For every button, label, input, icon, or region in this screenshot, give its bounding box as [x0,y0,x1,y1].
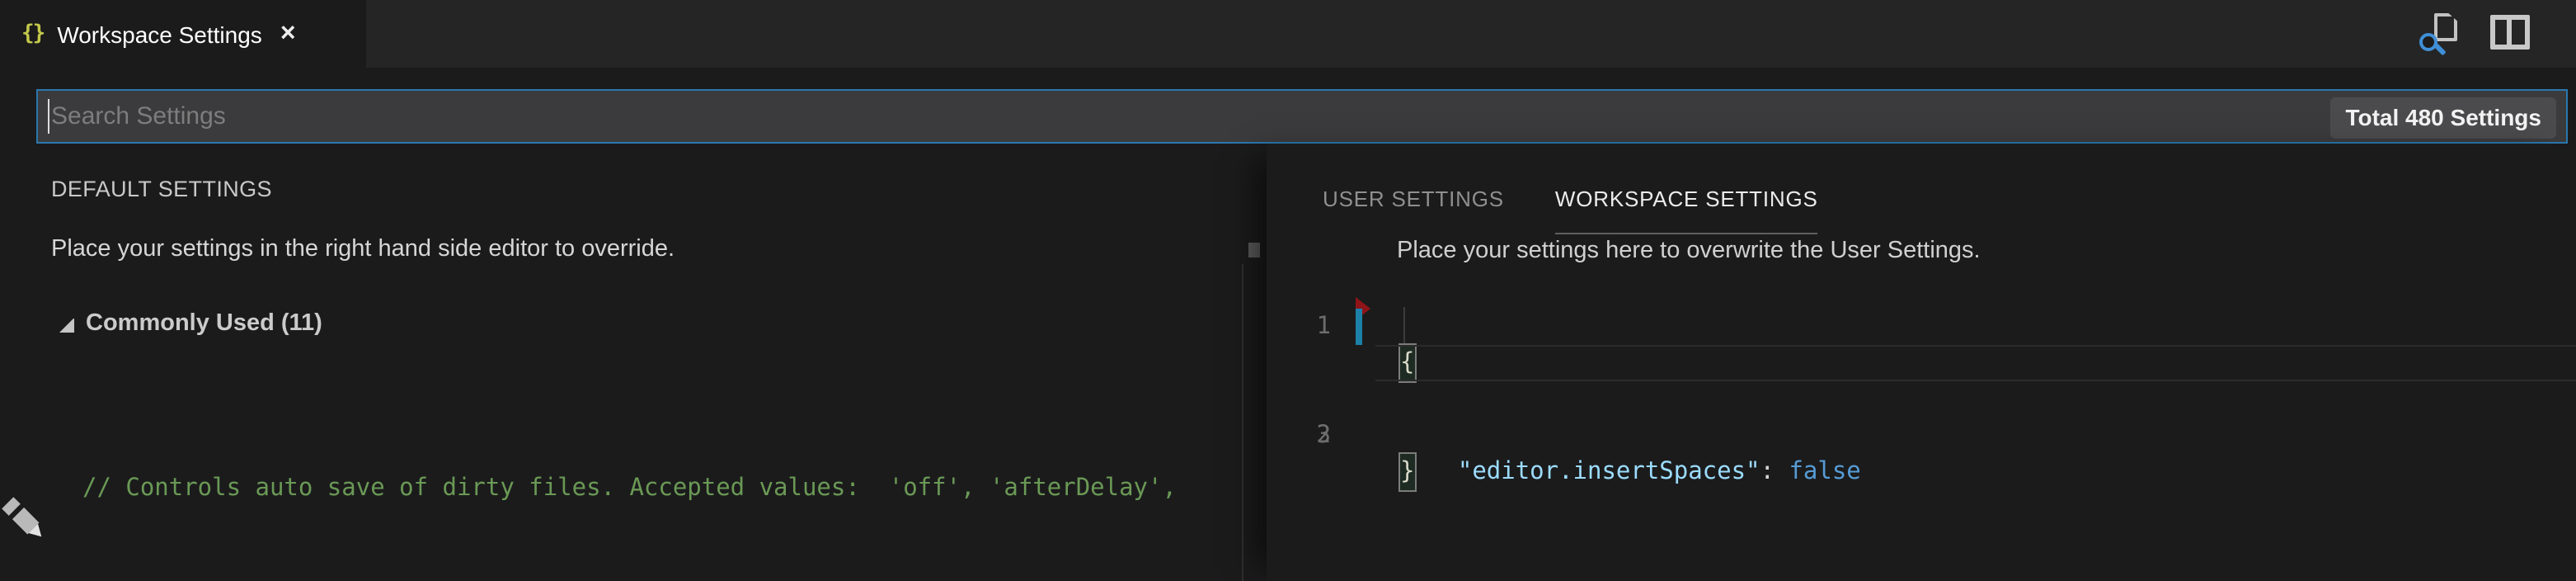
text-cursor [48,99,49,134]
default-settings-header: DEFAULT SETTINGS [51,177,272,201]
open-preview-search-icon[interactable] [2418,13,2461,56]
matched-bracket: } [1398,452,1417,492]
tab-title: Workspace Settings [57,21,262,47]
tab-workspace-settings[interactable]: {} Workspace Settings × [0,0,366,68]
settings-count-badge: Total 480 Settings [2330,97,2556,139]
left-scrollbar-thumb[interactable] [1248,243,1260,257]
workspace-settings-pane: USER SETTINGS WORKSPACE SETTINGS Place y… [1267,144,2576,581]
diff-modified-marker [1356,309,1361,345]
line-number: 3 [1316,423,1331,449]
default-settings-description: Place your settings in the right hand si… [51,236,675,262]
tab-workspace-settings-scope[interactable]: WORKSPACE SETTINGS [1554,187,1818,234]
workspace-settings-description: Place your settings here to overwrite th… [1397,238,1981,264]
comment-line: // Controls auto save of dirty files. Ac… [82,475,1177,502]
search-settings-input[interactable]: Search Settings Total 480 Settings [36,89,2568,144]
left-scrollbar-track [1242,264,1243,581]
close-icon[interactable]: × [280,20,296,47]
split-editor-icon[interactable] [2490,15,2530,50]
editor-line-2: 2 → "editor.insertSpaces": false [1267,297,2576,485]
settings-scope-tabs: USER SETTINGS WORKSPACE SETTINGS [1323,187,1818,234]
search-placeholder: Search Settings [51,102,226,130]
collapse-triangle-icon [59,318,74,333]
workspace-settings-editor[interactable]: 1 { 2 → "editor.insertSpaces": false 3 } [1267,272,2576,492]
workspace-settings-window: {} Workspace Settings × Search Settings … [0,0,2576,581]
edit-setting-pencil-icon[interactable] [1,496,54,550]
default-settings-code[interactable]: // Controls auto save of dirty files. Ac… [82,396,1220,581]
editor-line-3: 3 } [1267,345,2576,492]
section-label: Commonly Used (11) [86,310,322,337]
current-line-highlight [1375,345,2576,381]
editor-tab-bar: {} Workspace Settings × [0,0,2576,68]
json-braces-icon: {} [21,21,45,46]
setting-value: false [1789,459,1861,485]
editor-line-1: 1 { [1267,272,2576,383]
tab-user-settings[interactable]: USER SETTINGS [1323,187,1504,234]
section-commonly-used[interactable]: Commonly Used (11) [59,310,322,337]
setting-key: "editor.insertSpaces" [1457,459,1760,485]
